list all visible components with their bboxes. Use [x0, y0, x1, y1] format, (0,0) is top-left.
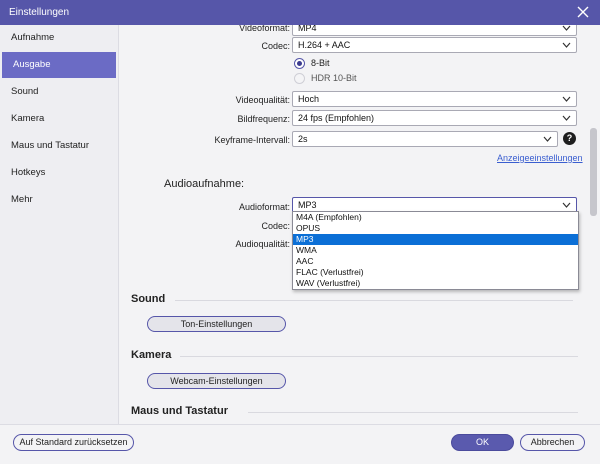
framerate-label: Bildfrequenz:: [237, 114, 290, 124]
dropdown-option-flac[interactable]: FLAC (Verlustfrei): [293, 267, 578, 278]
sidebar-item-ausgabe[interactable]: Ausgabe: [2, 52, 116, 78]
section-divider: [180, 356, 578, 357]
ok-button[interactable]: OK: [451, 434, 514, 451]
video-codec-value: H.264 + AAC: [298, 40, 351, 50]
webcam-settings-button[interactable]: Webcam-Einstellungen: [147, 373, 286, 389]
section-divider: [175, 300, 573, 301]
audio-codec-label: Codec:: [261, 221, 290, 231]
title-bar: Einstellungen: [0, 0, 600, 25]
dropdown-option-opus[interactable]: OPUS: [293, 223, 578, 234]
audio-format-value: MP3: [298, 200, 317, 210]
dropdown-option-wav[interactable]: WAV (Verlustfrei): [293, 278, 578, 289]
chevron-down-icon: [562, 202, 571, 208]
scrollbar-track[interactable]: [589, 25, 600, 424]
audio-format-label: Audioformat:: [238, 202, 290, 212]
audio-recording-heading: Audioaufnahme:: [164, 178, 245, 190]
video-quality-select[interactable]: Hoch: [292, 91, 577, 107]
scrollbar-thumb[interactable]: [590, 128, 597, 216]
video-format-value: MP4: [298, 25, 317, 33]
radio-button-disabled: [294, 73, 305, 84]
video-format-label: Videoformat:: [239, 25, 290, 33]
help-icon[interactable]: ?: [563, 132, 576, 145]
keyframe-value: 2s: [298, 134, 308, 144]
audio-quality-label: Audioqualität:: [235, 239, 290, 249]
sidebar-item-sound[interactable]: Sound: [0, 79, 118, 105]
framerate-value: 24 fps (Empfohlen): [298, 113, 375, 123]
keyframe-select[interactable]: 2s: [292, 131, 558, 147]
chevron-down-icon: [562, 42, 571, 48]
sound-settings-button[interactable]: Ton-Einstellungen: [147, 316, 286, 332]
sidebar-item-kamera[interactable]: Kamera: [0, 106, 118, 132]
display-settings-link[interactable]: Anzeigeeinstellungen: [497, 153, 583, 163]
sidebar-item-maus-und-tastatur[interactable]: Maus und Tastatur: [0, 133, 118, 159]
radio-button-checked[interactable]: [294, 58, 305, 69]
dropdown-option-aac[interactable]: AAC: [293, 256, 578, 267]
dropdown-option-wma[interactable]: WMA: [293, 245, 578, 256]
keyframe-label: Keyframe-Intervall:: [214, 135, 290, 145]
camera-section-title: Kamera: [131, 349, 172, 361]
chevron-down-icon: [562, 115, 571, 121]
sound-section-title: Sound: [131, 293, 166, 305]
dialog-footer: Auf Standard zurücksetzen OK Abbrechen: [0, 424, 600, 464]
reset-defaults-button[interactable]: Auf Standard zurücksetzen: [13, 434, 134, 451]
dropdown-option-m4a[interactable]: M4A (Empfohlen): [293, 212, 578, 223]
audio-format-dropdown-list: M4A (Empfohlen) OPUS MP3 WMA AAC FLAC (V…: [292, 211, 579, 290]
framerate-select[interactable]: 24 fps (Empfohlen): [292, 110, 577, 126]
radio-8-bit-label: 8-Bit: [311, 58, 330, 68]
radio-hdr-10-bit-label: HDR 10-Bit: [311, 73, 357, 83]
dropdown-option-mp3[interactable]: MP3: [293, 234, 578, 245]
sidebar-item-hotkeys[interactable]: Hotkeys: [0, 160, 118, 186]
video-codec-label: Codec:: [261, 41, 290, 51]
video-quality-label: Videoqualität:: [235, 95, 290, 105]
sidebar-item-aufnahme[interactable]: Aufnahme: [0, 25, 118, 51]
sidebar-item-mehr[interactable]: Mehr: [0, 187, 118, 213]
video-quality-value: Hoch: [298, 94, 320, 104]
cancel-button[interactable]: Abbrechen: [520, 434, 585, 451]
close-icon[interactable]: [575, 4, 591, 20]
chevron-down-icon: [543, 136, 552, 142]
video-format-select[interactable]: MP4: [292, 25, 577, 36]
chevron-down-icon: [562, 25, 571, 31]
window-title: Einstellungen: [9, 7, 70, 18]
mouse-keyboard-section-title: Maus und Tastatur: [131, 405, 228, 417]
section-divider: [248, 412, 578, 413]
sidebar: Aufnahme Ausgabe Sound Kamera Maus und T…: [0, 25, 119, 424]
chevron-down-icon: [562, 96, 571, 102]
video-codec-select[interactable]: H.264 + AAC: [292, 37, 577, 53]
